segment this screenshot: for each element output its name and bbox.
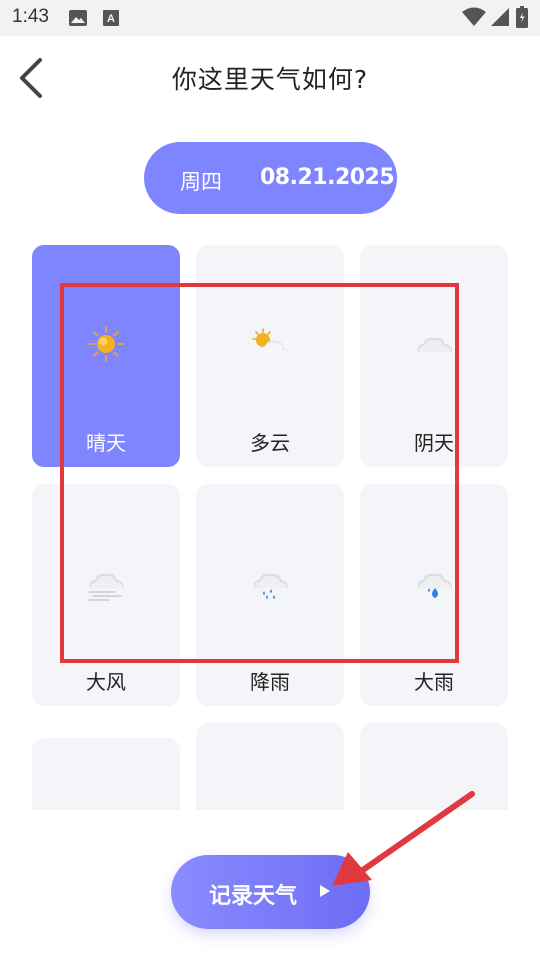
- play-icon: [320, 885, 330, 897]
- weather-label: 大雨: [414, 670, 454, 694]
- weather-card-sunny[interactable]: 晴天: [32, 245, 180, 467]
- weather-card-windy[interactable]: 大风: [32, 484, 180, 706]
- weather-label: 阴天: [414, 431, 454, 455]
- weather-card-heavy-rain[interactable]: 大雨: [360, 484, 508, 706]
- record-weather-button[interactable]: 记录天气: [171, 855, 370, 929]
- weather-label: 晴天: [86, 431, 126, 455]
- weather-label: 大风: [86, 670, 126, 694]
- weather-label: 降雨: [250, 670, 290, 694]
- weather-card-rain[interactable]: 降雨: [196, 484, 344, 706]
- weather-card-empty[interactable]: [32, 738, 180, 810]
- weather-card-empty[interactable]: [360, 723, 508, 810]
- weather-card-empty[interactable]: [196, 723, 344, 810]
- record-weather-label: 记录天气: [209, 884, 298, 909]
- weather-card-overcast[interactable]: 阴天: [360, 245, 508, 467]
- weather-label: 多云: [250, 431, 290, 455]
- weather-card-cloudy[interactable]: 多云: [196, 245, 344, 467]
- heavy-rain-icon: [417, 573, 452, 598]
- rain-icon: [253, 573, 288, 599]
- wind-icon: [88, 573, 124, 601]
- partly-cloudy-icon: [252, 328, 290, 355]
- weather-grid: 晴天 多云 阴天 大风 降雨 大雨: [0, 0, 540, 810]
- sun-icon: [88, 326, 124, 362]
- cloud-icon: [417, 337, 452, 352]
